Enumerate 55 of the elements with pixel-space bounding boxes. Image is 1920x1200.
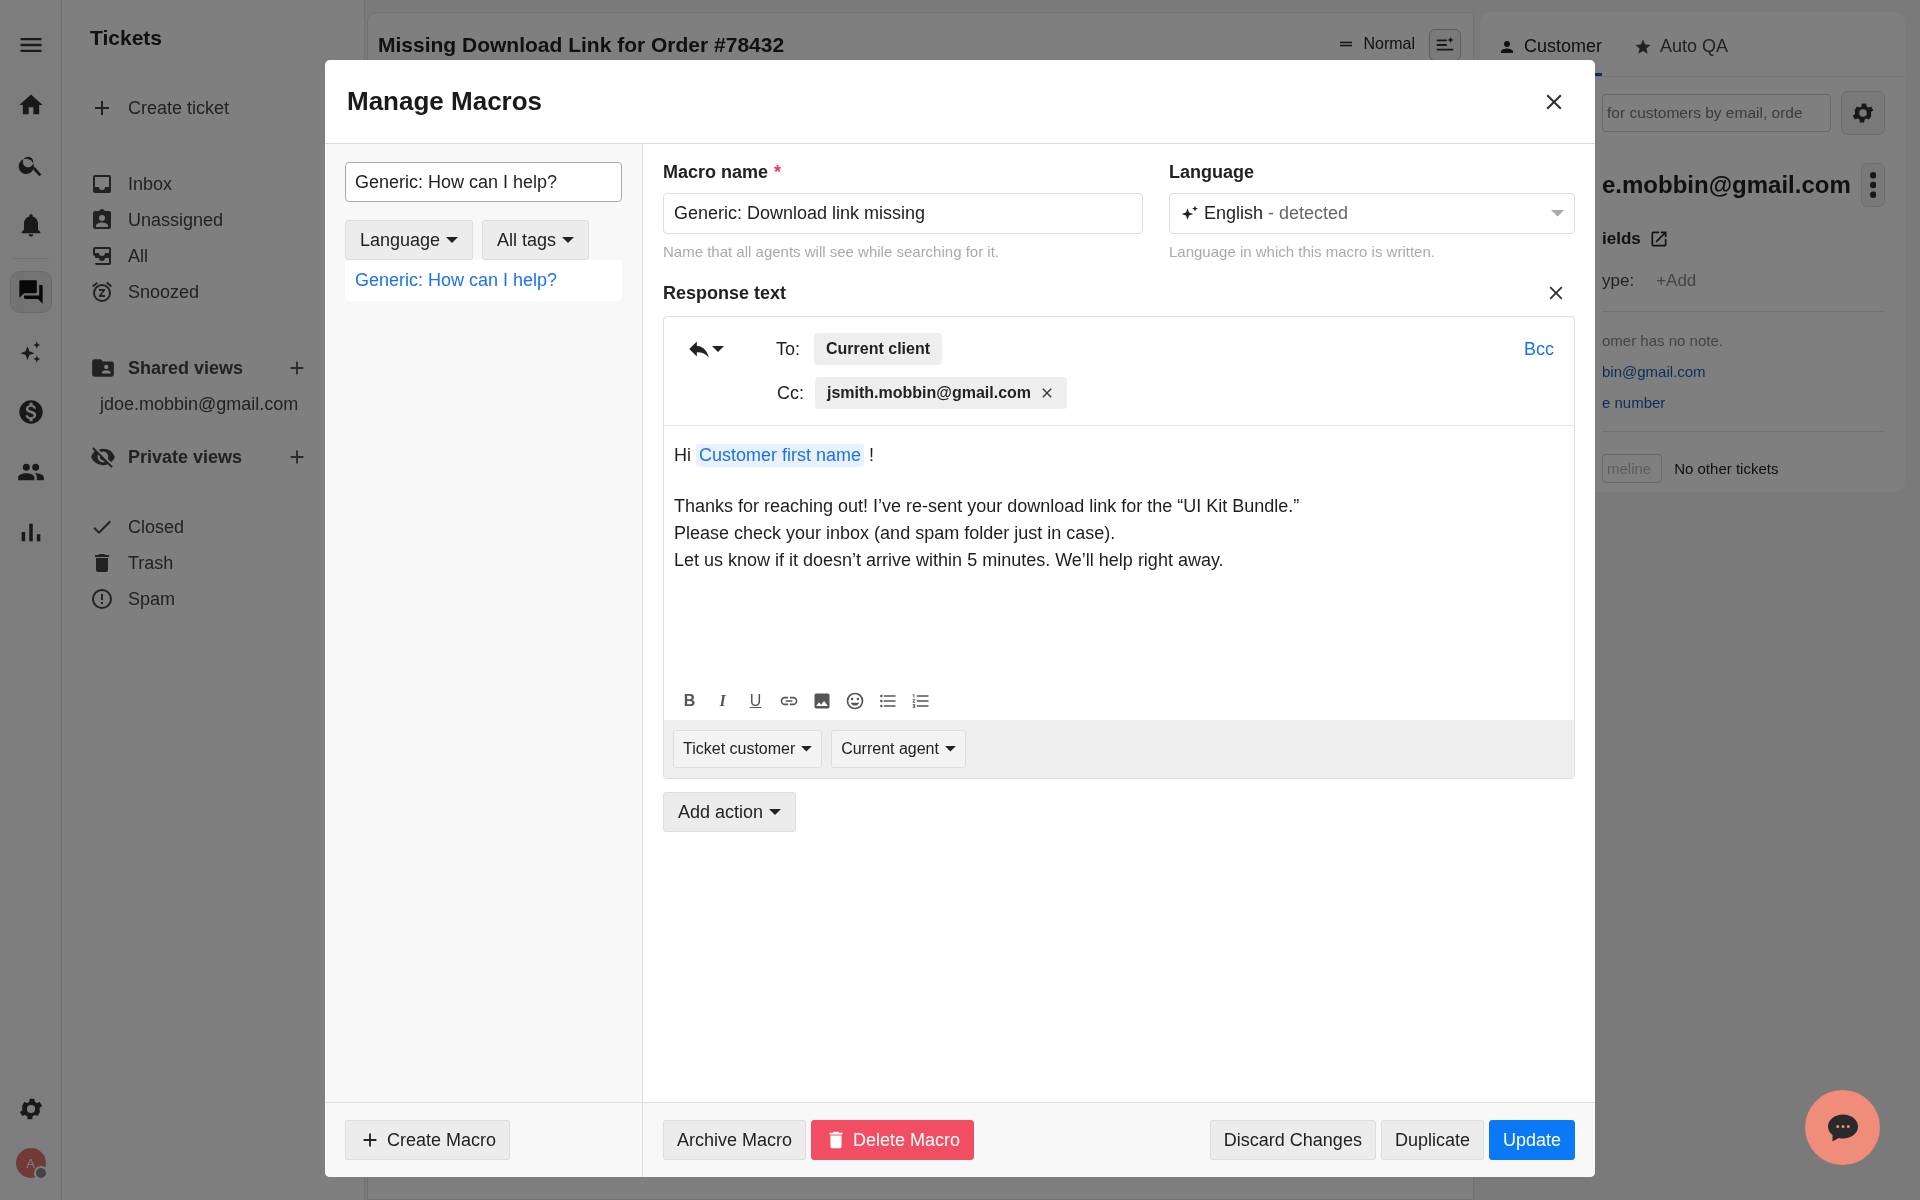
folder-item[interactable]: Closed: [90, 509, 364, 545]
field-label: Response text: [663, 282, 787, 304]
variable-dropdown[interactable]: Current agent: [831, 730, 966, 768]
recipient-label: Cc:: [777, 382, 805, 404]
priority-selector[interactable]: Normal: [1337, 29, 1415, 53]
add-action-dropdown[interactable]: Add action: [663, 792, 797, 832]
update-button[interactable]: Update: [1488, 1120, 1575, 1160]
email-link[interactable]: bin@gmail.com: [1602, 363, 1885, 380]
section-title: Shared views: [128, 357, 245, 379]
delete-button[interactable]: Delete Macro: [811, 1120, 975, 1160]
archive-button[interactable]: Archive Macro: [663, 1120, 807, 1160]
note-text: omer has no note.: [1602, 332, 1724, 349]
add-field-link[interactable]: +Add: [1656, 271, 1697, 291]
dialog-title: Manage Macros: [347, 86, 543, 117]
field-label: Macro name: [663, 162, 769, 183]
folder-item[interactable]: Trash: [90, 545, 364, 581]
field-hint: Name that all agents will see while searching for it.: [663, 243, 1000, 260]
macro-name-field[interactable]: Generic: Download link missing: [663, 193, 1143, 234]
panel-tab[interactable]: Auto QA: [1634, 12, 1729, 76]
discard-button[interactable]: Discard Changes: [1209, 1120, 1376, 1160]
bold-button[interactable]: B: [678, 689, 701, 712]
recipient-chip: Current client: [814, 333, 942, 365]
message-text: Please check your inbox (and spam folder just in case).: [674, 522, 1117, 545]
customer-search-field[interactable]: for customers by email, orde: [1602, 94, 1831, 132]
macro-list-item[interactable]: Generic: How can I help?: [345, 260, 622, 301]
message-text: Thanks for reaching out! I’ve re-sent your download link for the “UI Kit Bundle.”: [674, 495, 1301, 518]
macro-search-field[interactable]: Generic: How can I help?: [345, 162, 622, 202]
message-text: Hi: [674, 445, 691, 466]
ticket-title: Missing Download Link for Order #78432: [378, 32, 786, 57]
field-label: Language: [1169, 162, 1254, 183]
create-macro-button[interactable]: Create Macro: [345, 1120, 511, 1160]
shared-view-item[interactable]: jdoe.mobbin@gmail.com: [90, 386, 364, 423]
variable-dropdown[interactable]: Ticket customer: [673, 730, 823, 768]
message-text: !: [869, 445, 875, 466]
tickets-status: No other tickets: [1674, 460, 1779, 477]
language-select[interactable]: English - detected: [1169, 193, 1575, 234]
phone-link[interactable]: e number: [1602, 394, 1885, 411]
section-title: ields: [1602, 229, 1641, 249]
folder-item[interactable]: Spam: [90, 581, 364, 617]
filter-dropdown[interactable]: All tags: [482, 220, 590, 260]
customer-name: e.mobbin@gmail.com: [1602, 171, 1851, 199]
filter-dropdown[interactable]: Language: [345, 220, 474, 260]
field-hint: Language in which this macro is written.: [1169, 243, 1436, 260]
underline-button[interactable]: U: [744, 689, 767, 712]
sidebar-title: Tickets: [90, 26, 163, 50]
recipient-label: To:: [776, 338, 801, 360]
field-label: ype:: [1602, 271, 1635, 291]
variable-tag: Customer first name: [696, 444, 865, 467]
italic-button[interactable]: I: [711, 689, 734, 712]
recipient-email: jsmith.mobbin@gmail.com: [827, 384, 1032, 402]
required-mark: *: [774, 162, 782, 183]
duplicate-button[interactable]: Duplicate: [1380, 1120, 1484, 1160]
section-title: Private views: [128, 446, 244, 468]
bcc-link[interactable]: Bcc: [1524, 338, 1554, 360]
message-text: Let us know if it doesn’t arrive within 5 minutes. We’ll help right away.: [674, 549, 1225, 572]
